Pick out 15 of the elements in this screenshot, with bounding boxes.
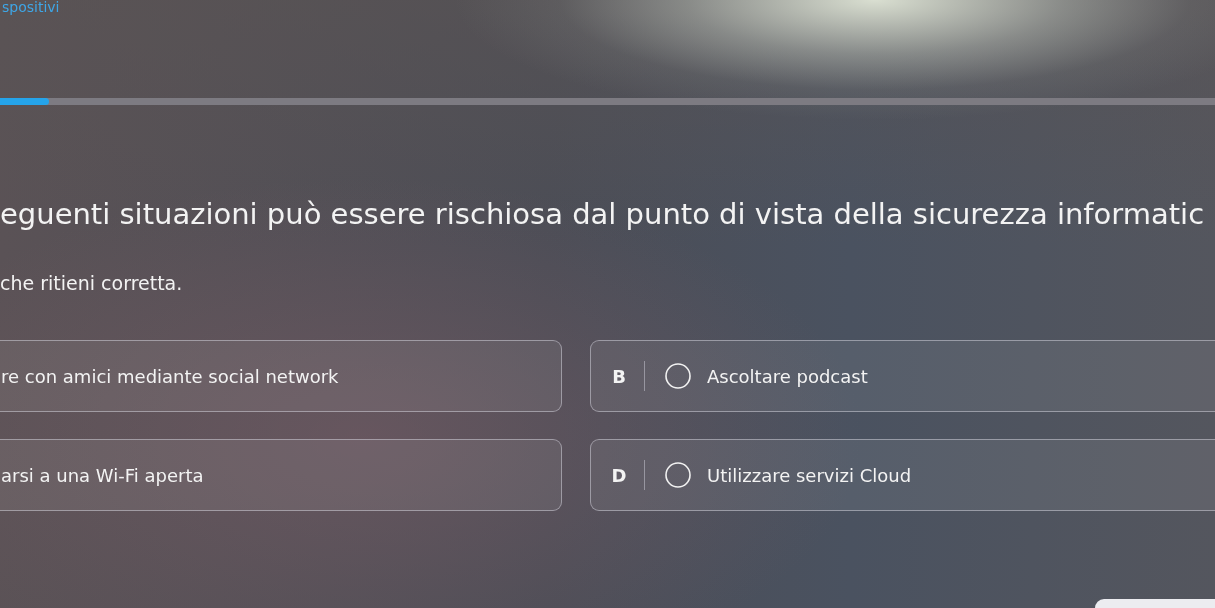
option-text: Ascoltare podcast [707,365,868,387]
option-letter: D [611,464,627,486]
radio-button[interactable] [665,363,691,389]
option-text: re con amici mediante social network [1,365,339,387]
option-letter: B [611,365,627,387]
answer-option[interactable]: arsi a una Wi-Fi aperta [0,439,562,511]
option-text: arsi a una Wi-Fi aperta [1,464,204,486]
instruction-text: che ritieni corretta. [0,271,183,295]
answer-option[interactable]: B Ascoltare podcast [590,340,1215,412]
section-title: spositivi [1,0,61,15]
answer-option[interactable]: re con amici mediante social network [0,340,562,412]
radio-button[interactable] [665,462,691,488]
answer-option[interactable]: D Utilizzare servizi Cloud [590,439,1215,511]
option-text: Utilizzare servizi Cloud [707,464,912,486]
question-text: eguenti situazioni può essere rischiosa dal punto di vista della sicurezza informatic [0,197,1205,231]
